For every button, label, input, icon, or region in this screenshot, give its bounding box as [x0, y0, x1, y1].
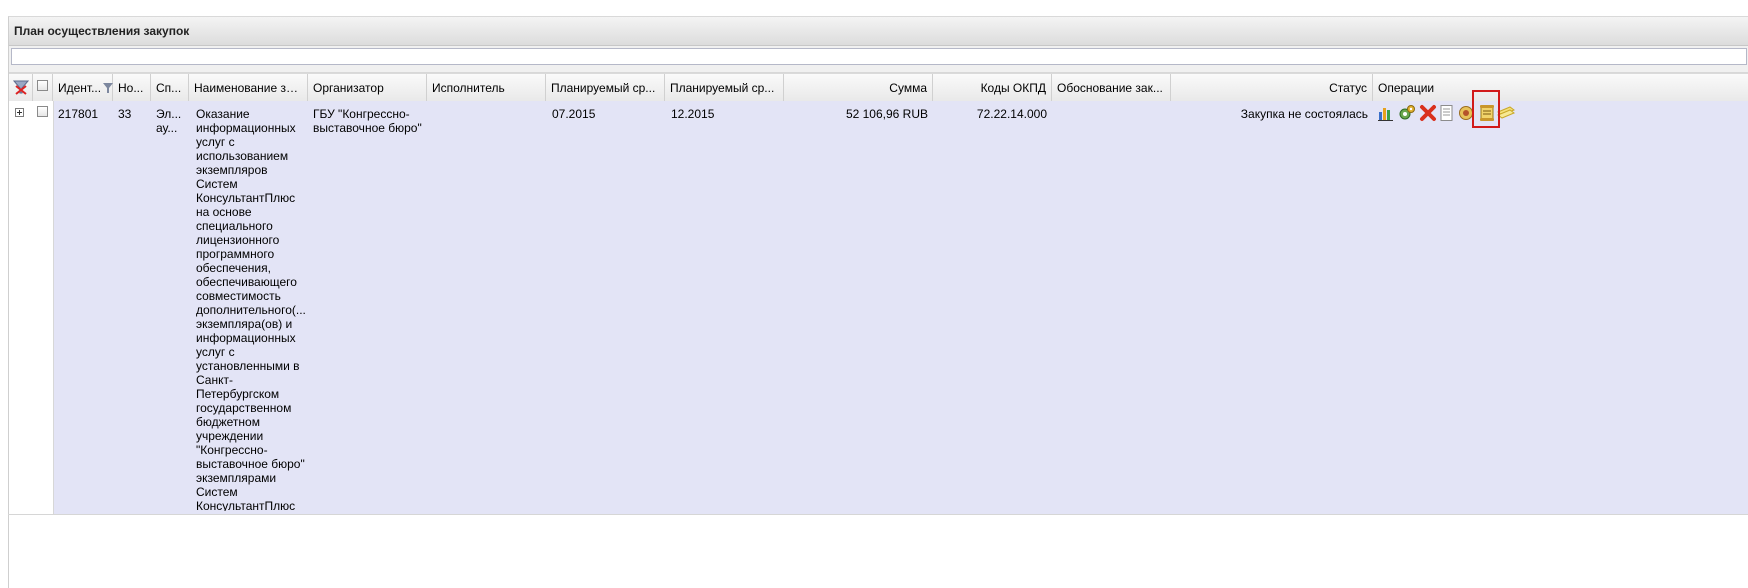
column-header-plan2[interactable]: Планируемый ср... [665, 74, 784, 101]
column-label: Организатор [313, 81, 384, 95]
settings-icon[interactable] [1398, 104, 1416, 122]
clear-filters-button[interactable] [9, 74, 33, 101]
cell-plan1: 07.2015 [552, 107, 596, 121]
cell-method-line: ау... [156, 121, 178, 135]
column-header-org[interactable]: Организатор [308, 74, 427, 101]
column-label: Сумма [889, 81, 927, 95]
delete-icon[interactable] [1419, 104, 1437, 122]
column-header-method[interactable]: Сп... [151, 74, 189, 101]
column-header-okpd[interactable]: Коды ОКПД [933, 74, 1052, 101]
column-header-operations[interactable]: Операции [1373, 74, 1748, 101]
cell-id: 217801 [58, 107, 99, 121]
column-label: Статус [1329, 81, 1367, 95]
cell-num: 33 [118, 107, 132, 121]
chart-icon[interactable] [1377, 104, 1395, 122]
column-label: Исполнитель [432, 81, 505, 95]
column-label: Планируемый ср... [551, 81, 656, 95]
cell-okpd: 72.22.14.000 [976, 107, 1047, 121]
select-all-checkbox[interactable] [33, 74, 53, 101]
filter-input[interactable] [11, 48, 1747, 65]
column-label: Но... [118, 81, 144, 95]
column-label: Сп... [156, 81, 182, 95]
cell-sum: 52 106,96 RUB [845, 107, 928, 121]
document-icon[interactable] [1438, 104, 1456, 122]
column-header-executor[interactable]: Исполнитель [427, 74, 546, 101]
cell-method-line: Эл... [156, 107, 182, 121]
panel-title: План осуществления закупок [14, 24, 190, 38]
column-label: Планируемый ср... [670, 81, 775, 95]
grid-bottom-border [8, 514, 1748, 515]
cell-plan2: 12.2015 [671, 107, 715, 121]
cell-status: Закупка не состоялась [1240, 107, 1368, 121]
cell-org: ГБУ "Конгрессно-выставочное бюро" [313, 107, 422, 135]
row-checkbox[interactable] [37, 106, 48, 117]
checkbox-box [37, 80, 48, 91]
column-header-plan1[interactable]: Планируемый ср... [546, 74, 665, 101]
column-header-reason[interactable]: Обоснование зак... [1052, 74, 1171, 101]
cell-method: Эл... ау... [151, 107, 189, 135]
column-label: Операции [1378, 81, 1435, 95]
highlight-box [1472, 90, 1500, 128]
panel-titlebar: План осуществления закупок [9, 17, 1748, 46]
table-row[interactable]: 217801 33 Эл... ау... Оказание информаци… [9, 101, 1748, 515]
column-label: Коды ОКПД [980, 81, 1046, 95]
column-label: Обоснование зак... [1057, 81, 1163, 95]
column-header-num[interactable]: Но... [113, 74, 151, 101]
clear-filter-icon [12, 80, 30, 95]
column-label: Идент... [58, 81, 102, 95]
row-checkbox-cell [33, 101, 54, 515]
column-header-name[interactable]: Наименование за... [189, 74, 308, 101]
cell-name: Оказание информационных услуг с использо… [196, 107, 306, 511]
row-expander-cell [9, 101, 34, 515]
filter-row [9, 46, 1748, 73]
expand-icon[interactable] [15, 108, 24, 117]
column-header-sum[interactable]: Сумма [784, 74, 933, 101]
column-label: Наименование за... [194, 81, 303, 95]
column-header-status[interactable]: Статус [1171, 74, 1373, 101]
